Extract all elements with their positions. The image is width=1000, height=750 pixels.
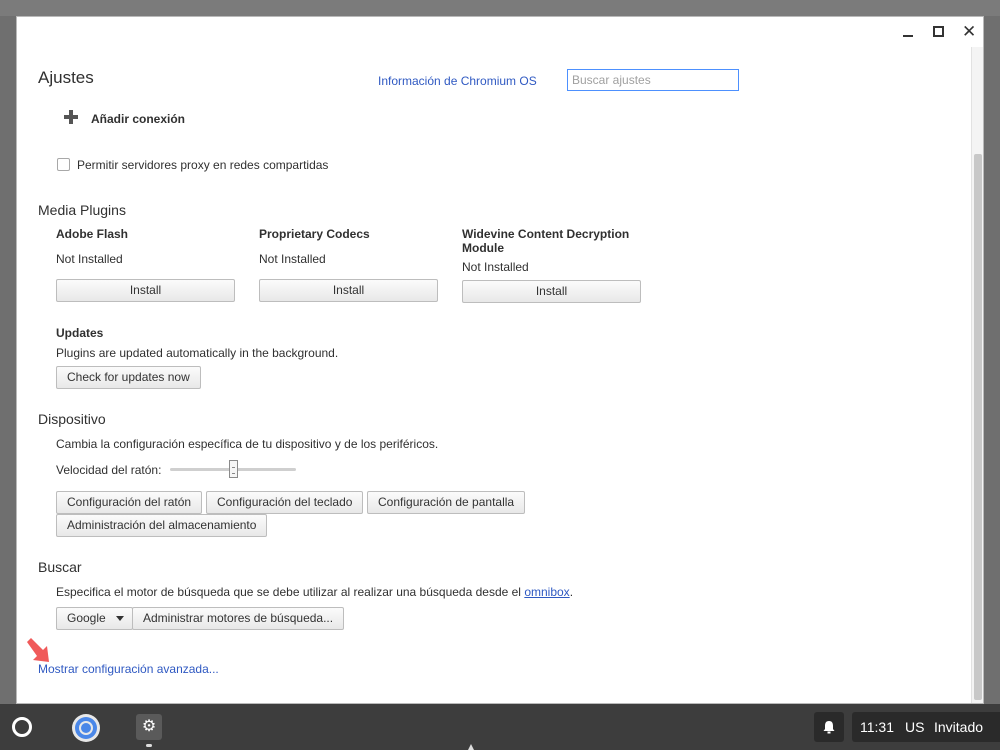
storage-management-button[interactable]: Administración del almacenamiento <box>56 514 268 537</box>
install-widevine-button[interactable]: Install <box>462 280 641 303</box>
device-heading: Dispositivo <box>38 411 106 427</box>
status-tray[interactable]: 11:31 US Invitado <box>852 712 1000 742</box>
chrome-browser-icon[interactable] <box>70 712 102 744</box>
notifications-button[interactable] <box>814 712 844 742</box>
scrollbar[interactable] <box>971 47 983 703</box>
window-titlebar[interactable]: ✕ <box>17 17 983 47</box>
maximize-icon <box>933 26 944 37</box>
about-chromium-link[interactable]: Información de Chromium OS <box>378 74 537 88</box>
mouse-cursor-icon <box>468 744 474 750</box>
search-engine-selected: Google <box>67 611 106 625</box>
search-settings-input[interactable] <box>567 69 739 91</box>
keyboard-settings-button[interactable]: Configuración del teclado <box>206 491 364 514</box>
plugin-name: Proprietary Codecs <box>259 227 370 241</box>
maximize-button[interactable] <box>923 21 953 43</box>
add-connection-button[interactable]: Añadir conexión <box>91 112 185 126</box>
plugin-status: Not Installed <box>259 252 326 266</box>
check-updates-button[interactable]: Check for updates now <box>56 366 201 389</box>
user-name: Invitado <box>934 719 984 735</box>
search-engine-select[interactable]: Google <box>56 607 133 630</box>
close-icon: ✕ <box>962 22 977 41</box>
display-settings-button[interactable]: Configuración de pantalla <box>367 491 526 514</box>
launcher-button[interactable] <box>9 714 35 740</box>
minimize-button[interactable] <box>893 21 923 43</box>
scrollbar-thumb[interactable] <box>974 154 982 700</box>
clock-time: 11:31 <box>860 719 894 735</box>
proxy-checkbox[interactable] <box>57 158 70 171</box>
desktop-background <box>0 0 1000 16</box>
settings-app-button[interactable]: ⚙ <box>136 714 162 740</box>
install-proprietary-codecs-button[interactable]: Install <box>259 279 438 302</box>
updates-heading: Updates <box>56 326 104 340</box>
mouse-settings-button[interactable]: Configuración del ratón <box>56 491 203 514</box>
omnibox-link[interactable]: omnibox <box>524 585 569 599</box>
updates-text: Plugins are updated automatically in the… <box>56 346 339 360</box>
search-description-suffix: . <box>569 585 574 599</box>
mouse-speed-slider-thumb[interactable] <box>229 460 238 478</box>
plus-icon <box>63 109 79 125</box>
chevron-down-icon <box>115 616 124 622</box>
search-description-text: Especifica el motor de búsqueda que se d… <box>56 585 521 599</box>
proxy-checkbox-label: Permitir servidores proxy en redes compa… <box>77 158 329 172</box>
minimize-icon <box>903 35 913 37</box>
plugin-name: Widevine Content Decryption Module <box>462 227 630 255</box>
close-button[interactable]: ✕ <box>953 21 983 43</box>
settings-window: ✕ Ajustes Información de Chromium OS Aña… <box>16 16 984 704</box>
plugin-status: Not Installed <box>56 252 123 266</box>
gear-icon: ⚙ <box>141 718 157 735</box>
mouse-speed-label: Velocidad del ratón: <box>56 463 162 477</box>
keyboard-layout-indicator: US <box>905 719 925 735</box>
media-plugins-heading: Media Plugins <box>38 202 126 218</box>
install-adobe-flash-button[interactable]: Install <box>56 279 235 302</box>
launcher-icon <box>12 717 32 737</box>
show-advanced-settings-link[interactable]: Mostrar configuración avanzada... <box>38 662 219 676</box>
shelf: ⚙ 11:31 US Invitado <box>0 704 1000 750</box>
search-description: Especifica el motor de búsqueda que se d… <box>56 585 573 599</box>
bell-icon <box>823 721 835 734</box>
plugin-name: Adobe Flash <box>56 227 129 241</box>
search-heading: Buscar <box>38 559 82 575</box>
active-app-indicator <box>146 744 152 747</box>
device-description: Cambia la configuración específica de tu… <box>56 437 439 451</box>
manage-search-engines-button[interactable]: Administrar motores de búsqueda... <box>132 607 345 630</box>
page-title: Ajustes <box>38 68 94 87</box>
plugin-status: Not Installed <box>462 260 529 274</box>
